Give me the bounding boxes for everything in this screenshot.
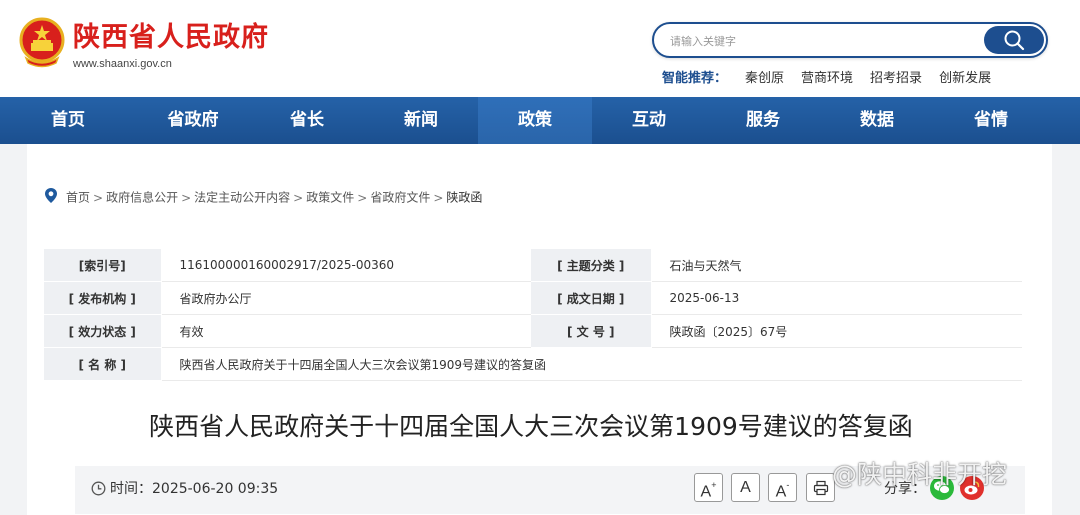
nav-item-data[interactable]: 数据 [820, 97, 934, 144]
meta-value-issuer: 省政府办公厅 [161, 281, 531, 315]
meta-value-status: 有效 [161, 314, 531, 348]
document-meta-table: [索引号] 116100000160002917/2025-00360 [ 主题… [44, 249, 1022, 381]
printer-icon [813, 480, 829, 496]
breadcrumb-separator: > [357, 190, 368, 205]
nav-item-news[interactable]: 新闻 [364, 97, 478, 144]
breadcrumb-separator: > [93, 190, 104, 205]
publish-time-value: 2025-06-20 09:35 [152, 481, 279, 497]
font-smaller-label: A [775, 483, 787, 501]
meta-row: [ 效力状态 ] 有效 [ 文 号 ] 陕政函〔2025〕67号 [44, 314, 1022, 348]
meta-key-date: [ 成文日期 ] [531, 281, 652, 315]
clock-icon [91, 481, 106, 501]
share-wechat-button[interactable] [930, 476, 954, 500]
nav-item-governor[interactable]: 省长 [250, 97, 364, 144]
nav-item-service[interactable]: 服务 [706, 97, 820, 144]
search-icon [1004, 30, 1025, 51]
font-normal-label: A [740, 479, 751, 496]
national-emblem-icon[interactable] [18, 16, 66, 68]
meta-value-topic: 石油与天然气 [651, 249, 1022, 282]
main-nav: 首页 省政府 省长 新闻 政策 互动 服务 数据 省情 [0, 97, 1080, 144]
breadcrumb-item[interactable]: 省政府文件 [370, 191, 430, 205]
meta-key-docno: [ 文 号 ] [531, 314, 652, 348]
nav-item-government[interactable]: 省政府 [136, 97, 250, 144]
font-normal-button[interactable]: A [731, 473, 760, 502]
font-larger-button[interactable]: A+ [694, 473, 723, 502]
meta-key-status: [ 效力状态 ] [44, 314, 162, 348]
nav-item-interaction[interactable]: 互动 [592, 97, 706, 144]
meta-value-docno: 陕政函〔2025〕67号 [651, 314, 1022, 348]
font-larger-label: A [700, 483, 712, 501]
weibo-icon [964, 481, 980, 495]
recommend-item[interactable]: 创新发展 [939, 71, 991, 86]
location-pin-icon [44, 187, 58, 209]
site-name[interactable]: 陕西省人民政府 [73, 20, 269, 56]
breadcrumb-item[interactable]: 政策文件 [306, 191, 354, 205]
recommend-item[interactable]: 秦创原 [745, 71, 784, 86]
nav-item-policy[interactable]: 政策 [478, 97, 592, 144]
meta-row: [ 名 称 ] 陕西省人民政府关于十四届全国人大三次会议第1909号建议的答复函 [44, 347, 1022, 381]
meta-row: [索引号] 116100000160002917/2025-00360 [ 主题… [44, 249, 1022, 282]
publish-time-label: 时间： [110, 481, 152, 497]
search-button[interactable] [984, 26, 1044, 54]
print-button[interactable] [806, 473, 835, 502]
meta-key-topic: [ 主题分类 ] [531, 249, 652, 282]
meta-key-issuer: [ 发布机构 ] [44, 281, 162, 315]
meta-key-index: [索引号] [44, 249, 162, 282]
site-url: www.shaanxi.gov.cn [73, 58, 172, 70]
document-title: 陕西省人民政府关于十四届全国人大三次会议第1909号建议的答复函 [149, 412, 913, 441]
wechat-icon [934, 481, 950, 494]
recommend-item[interactable]: 招考招录 [870, 71, 922, 86]
share-label: 分享： [884, 481, 926, 497]
font-smaller-sup: - [786, 480, 790, 490]
breadcrumb-item[interactable]: 首页 [66, 191, 90, 205]
share-weibo-button[interactable] [960, 476, 984, 500]
meta-row: [ 发布机构 ] 省政府办公厅 [ 成文日期 ] 2025-06-13 [44, 281, 1022, 315]
breadcrumb-separator: > [293, 190, 304, 205]
search-input[interactable] [668, 30, 972, 52]
smart-recommend: 智能推荐： 秦创原 营商环境 招考招录 创新发展 [662, 70, 1008, 88]
meta-value-index: 116100000160002917/2025-00360 [161, 249, 531, 282]
meta-value-date: 2025-06-13 [651, 281, 1022, 315]
breadcrumb-item-current[interactable]: 陕政函 [446, 191, 482, 205]
recommend-label: 智能推荐： [662, 71, 728, 86]
font-smaller-button[interactable]: A- [768, 473, 797, 502]
meta-value-name: 陕西省人民政府关于十四届全国人大三次会议第1909号建议的答复函 [161, 347, 1022, 381]
nav-item-province-info[interactable]: 省情 [934, 97, 1048, 144]
breadcrumb-item[interactable]: 法定主动公开内容 [194, 191, 290, 205]
meta-key-name: [ 名 称 ] [44, 347, 162, 381]
publish-time: 时间：2025-06-20 09:35 [91, 480, 278, 501]
nav-item-home[interactable]: 首页 [0, 97, 136, 144]
breadcrumb-separator: > [433, 190, 444, 205]
breadcrumb-item[interactable]: 政府信息公开 [106, 191, 178, 205]
search-box [652, 22, 1048, 58]
font-larger-sup: + [711, 480, 717, 490]
site-header: 陕西省人民政府 www.shaanxi.gov.cn 智能推荐： 秦创原 营商环境 招… [0, 0, 1080, 97]
breadcrumb: 首页 > 政府信息公开 > 法定主动公开内容 > 政策文件 > 省政府文件 > 陕政函 [44, 187, 482, 209]
recommend-item[interactable]: 营商环境 [801, 71, 853, 86]
breadcrumb-separator: > [181, 190, 192, 205]
